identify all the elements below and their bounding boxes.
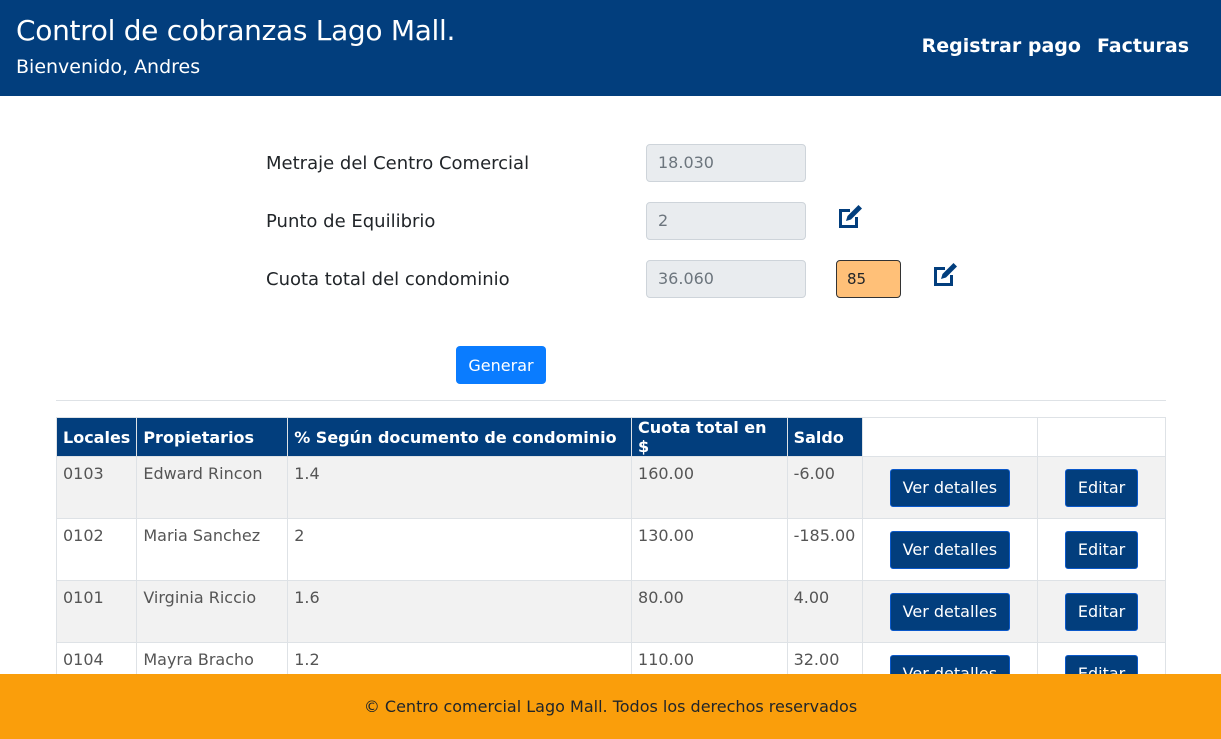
footer-text: © Centro comercial Lago Mall. Todos los … <box>363 697 858 716</box>
cell-local: 0103 <box>55 456 138 519</box>
divider <box>56 400 1166 401</box>
top-nav: Registrar pago Facturas <box>922 35 1189 57</box>
equilibrio-field[interactable]: 2 <box>646 202 806 240</box>
col-locales: Locales <box>55 417 138 457</box>
col-empty <box>861 417 1039 457</box>
nav-facturas[interactable]: Facturas <box>1097 35 1189 57</box>
equilibrio-label: Punto de Equilibrio <box>266 211 436 232</box>
metraje-label: Metraje del Centro Comercial <box>266 153 530 174</box>
cuota-extra-field[interactable]: 85 <box>836 260 901 298</box>
col-empty <box>1037 417 1166 457</box>
nav-registrar-pago[interactable]: Registrar pago <box>922 35 1081 57</box>
app-title: Control de cobranzas Lago Mall. <box>16 14 456 47</box>
edit-cuota-icon[interactable] <box>930 260 960 290</box>
locales-table: Locales Propietarios % Según documento d… <box>55 417 1166 705</box>
cell-cuota: 160.00 <box>631 456 788 519</box>
table-row: 0102 Maria Sanchez 2 130.00 -185.00 Ver … <box>55 518 1166 581</box>
cell-owner: Maria Sanchez <box>136 518 289 581</box>
generate-button[interactable]: Generar <box>456 346 546 384</box>
table-row: 0101 Virginia Riccio 1.6 80.00 4.00 Ver … <box>55 580 1166 643</box>
editar-button[interactable]: Editar <box>1064 469 1139 507</box>
cell-saldo: -6.00 <box>786 456 863 519</box>
table-row: 0103 Edward Rincon 1.4 160.00 -6.00 Ver … <box>55 456 1166 519</box>
ver-detalles-button[interactable]: Ver detalles <box>889 531 1011 569</box>
cuota-field[interactable]: 36.060 <box>646 260 806 298</box>
ver-detalles-button[interactable]: Ver detalles <box>889 593 1011 631</box>
cell-saldo: 4.00 <box>786 580 863 643</box>
col-propietarios: Propietarios <box>136 417 289 457</box>
ver-detalles-button[interactable]: Ver detalles <box>889 469 1011 507</box>
welcome-text: Bienvenido, Andres <box>16 56 201 78</box>
col-porcentaje: % Según documento de condominio <box>287 417 633 457</box>
col-cuota: Cuota total en $ <box>631 417 788 457</box>
app-header: Control de cobranzas Lago Mall. Bienveni… <box>0 0 1221 96</box>
metraje-field[interactable]: 18.030 <box>646 144 806 182</box>
cell-owner: Virginia Riccio <box>136 580 289 643</box>
footer: © Centro comercial Lago Mall. Todos los … <box>0 674 1221 739</box>
editar-button[interactable]: Editar <box>1064 531 1139 569</box>
cell-cuota: 80.00 <box>631 580 788 643</box>
editar-button[interactable]: Editar <box>1064 593 1139 631</box>
col-saldo: Saldo <box>786 417 863 457</box>
cell-local: 0101 <box>55 580 138 643</box>
cell-percent: 1.4 <box>287 456 633 519</box>
cell-local: 0102 <box>55 518 138 581</box>
cell-percent: 2 <box>287 518 633 581</box>
cell-cuota: 130.00 <box>631 518 788 581</box>
cuota-label: Cuota total del condominio <box>266 269 510 290</box>
edit-equilibrio-icon[interactable] <box>835 202 865 232</box>
cell-percent: 1.6 <box>287 580 633 643</box>
table-header-row: Locales Propietarios % Según documento d… <box>55 417 1166 457</box>
cell-owner: Edward Rincon <box>136 456 289 519</box>
cell-saldo: -185.00 <box>786 518 863 581</box>
